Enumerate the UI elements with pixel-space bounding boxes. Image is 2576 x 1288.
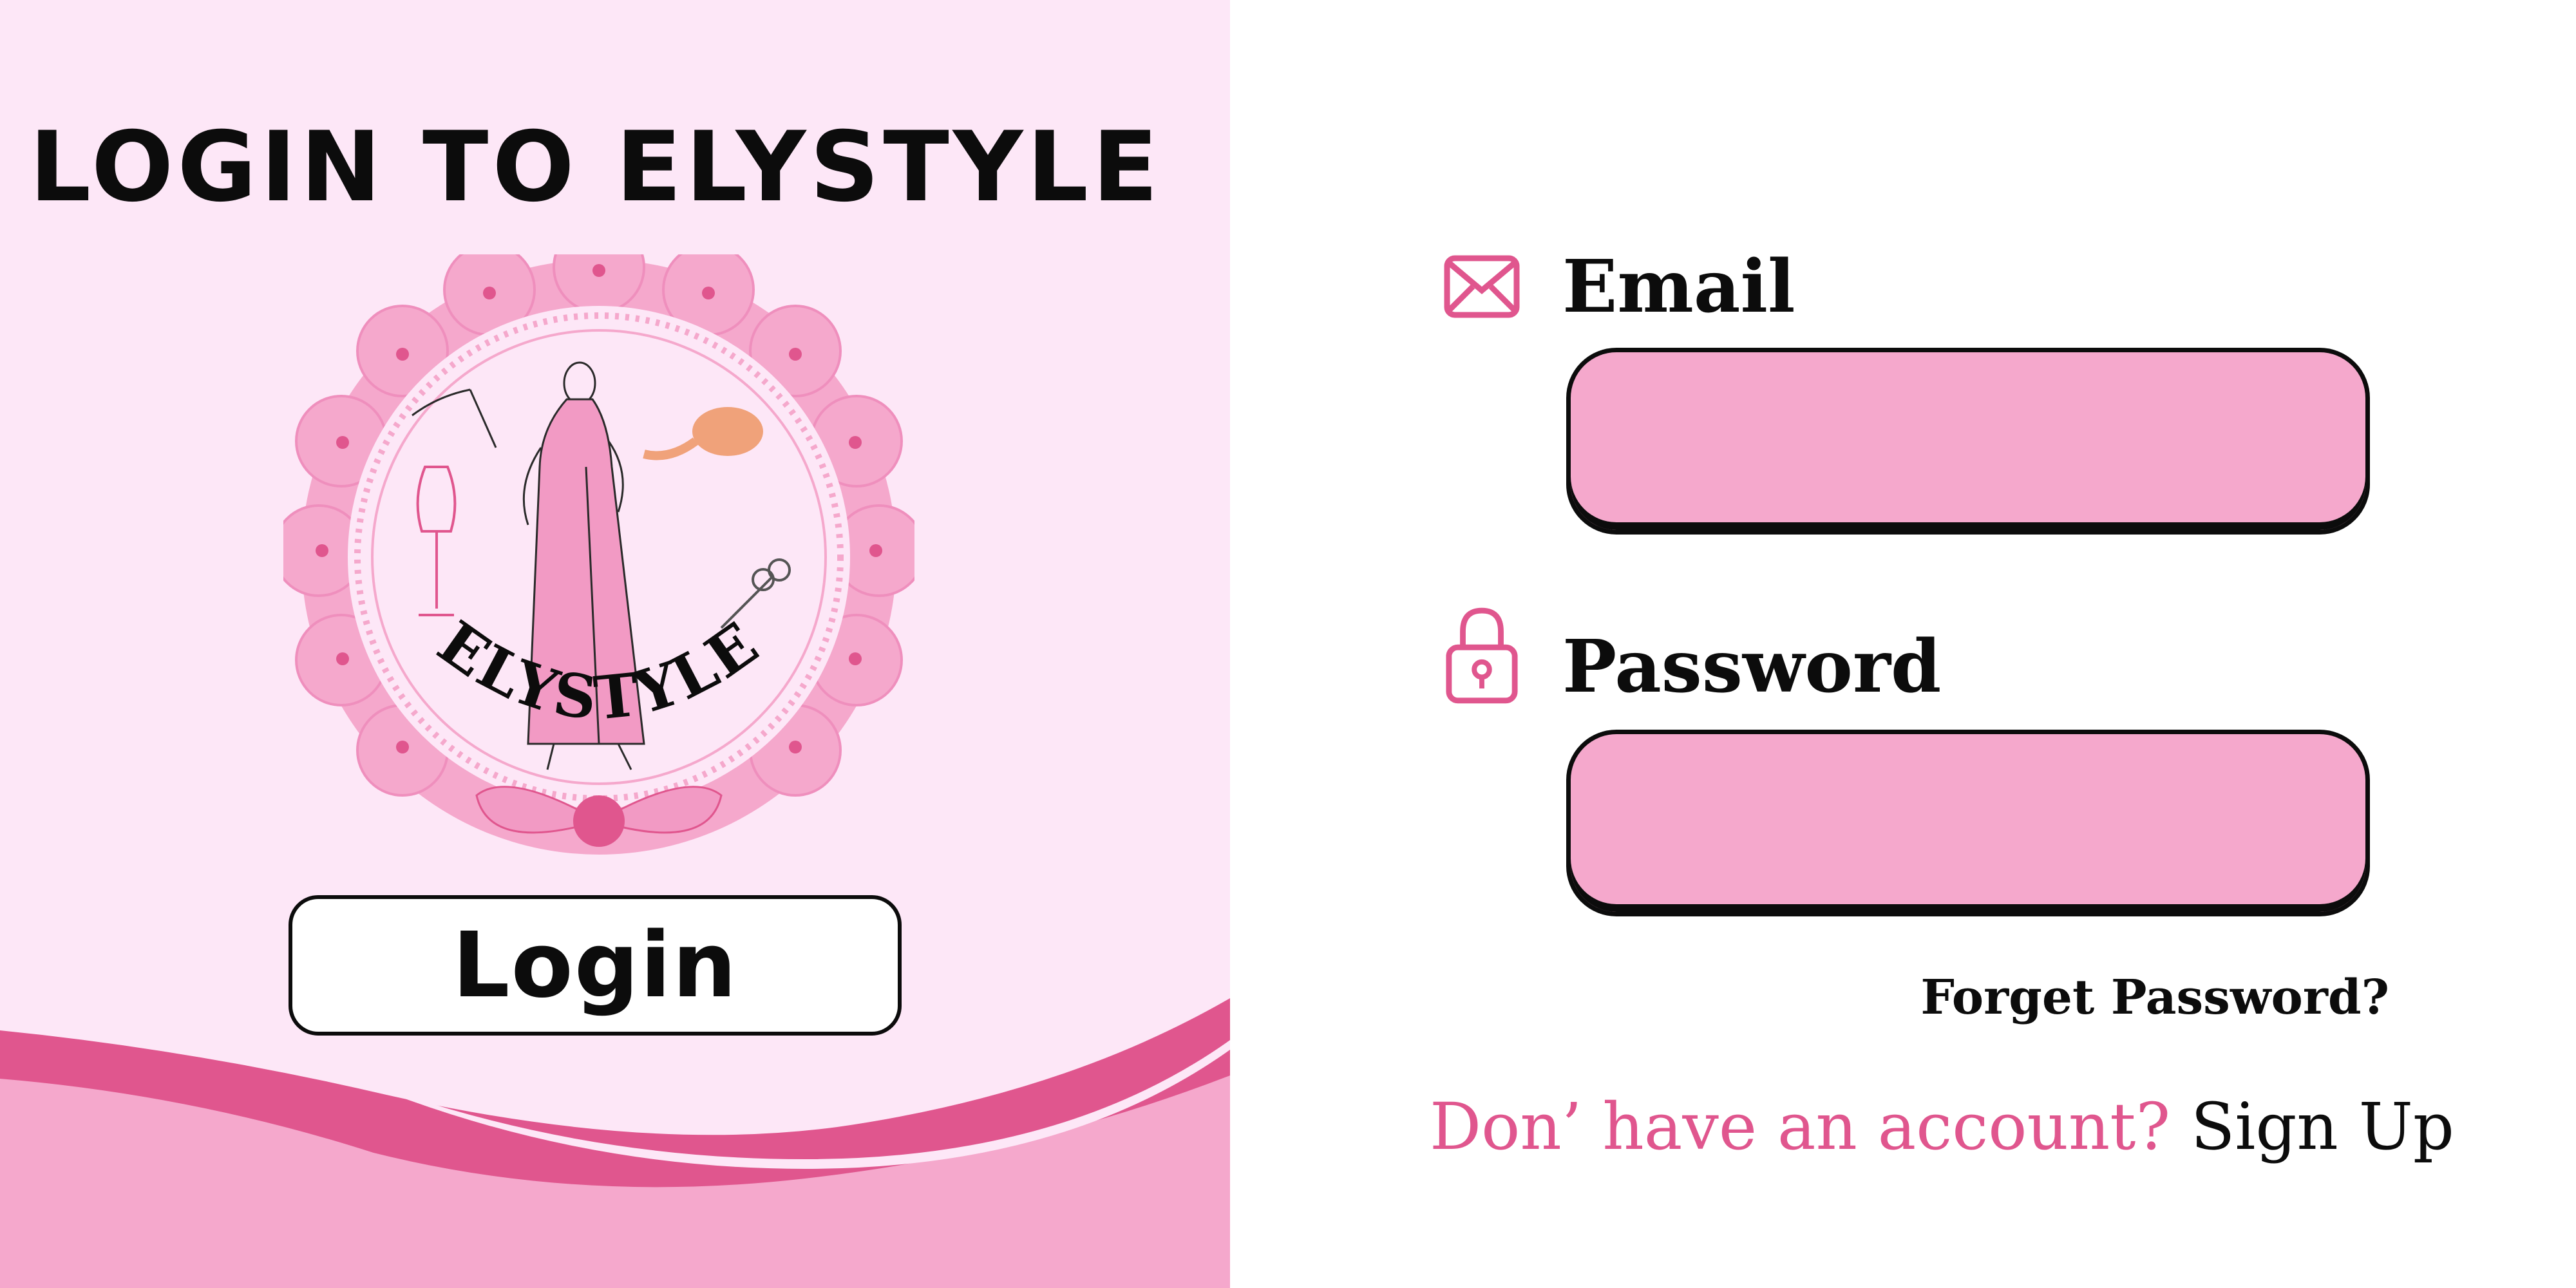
password-label: Password bbox=[1562, 625, 1942, 709]
signup-prompt: Don’ have an account? bbox=[1430, 1089, 2171, 1164]
right-panel: Email Password Forget Password? Don’ hav… bbox=[1230, 0, 2576, 1288]
page-title: LOGIN TO ELYSTYLE bbox=[29, 111, 1162, 223]
envelope-icon bbox=[1444, 255, 1520, 318]
elystyle-logo: ELYSTYLE bbox=[283, 254, 914, 855]
password-field[interactable] bbox=[1566, 730, 2370, 916]
signup-line: Don’ have an account? Sign Up bbox=[1430, 1095, 2454, 1159]
lock-icon bbox=[1446, 607, 1518, 704]
forgot-password-link[interactable]: Forget Password? bbox=[1920, 974, 2389, 1021]
left-panel: LOGIN TO ELYSTYLE ELYSTYLE Login bbox=[0, 0, 1230, 1288]
decorative-wave bbox=[0, 998, 1230, 1288]
signup-link[interactable]: Sign Up bbox=[2191, 1089, 2454, 1164]
email-label: Email bbox=[1562, 245, 1795, 329]
email-field[interactable] bbox=[1566, 348, 2370, 535]
